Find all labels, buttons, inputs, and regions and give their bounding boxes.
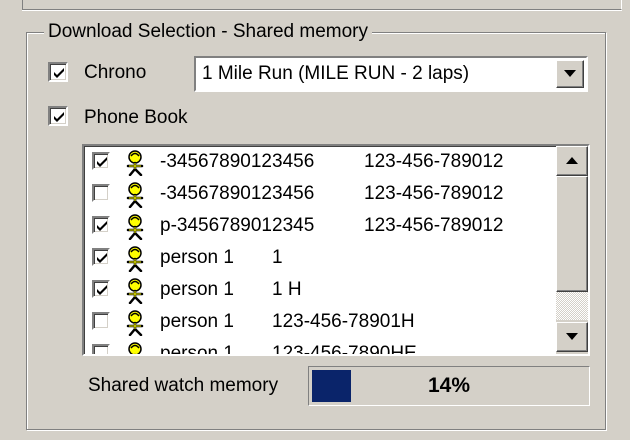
entry-number: 123-456-78901H [272, 311, 415, 332]
entry-checkbox[interactable] [92, 216, 110, 234]
entry-checkbox[interactable] [92, 152, 110, 170]
entry-name: person 1 [160, 343, 234, 354]
entry-name: -34567890123456 [160, 151, 315, 172]
entry-checkbox[interactable] [92, 312, 110, 330]
chrono-label: Chrono [84, 62, 147, 83]
phonebook-label: Phone Book [84, 107, 188, 128]
entry-checkbox[interactable] [92, 248, 110, 266]
checkmark-icon [97, 285, 107, 295]
entry-number: 1 [272, 247, 283, 268]
entry-number: 1 H [272, 279, 302, 300]
list-item[interactable]: person 1 123-456-78901H [84, 306, 556, 338]
entry-number: 123-456-789012 [364, 215, 504, 236]
scroll-up-button[interactable] [556, 146, 588, 176]
phonebook-scrollbar[interactable] [556, 146, 588, 354]
groupbox-title: Download Selection - Shared memory [44, 20, 372, 44]
person-icon [122, 310, 152, 341]
upper-groupbox-edge [22, 0, 622, 10]
list-item[interactable]: person 1 1 [84, 242, 556, 274]
entry-number: 123-456-7890HE [272, 343, 417, 354]
entry-name: person 1 [160, 247, 234, 268]
entry-name: person 1 [160, 311, 234, 332]
list-item[interactable]: -34567890123456 123-456-789012 [84, 178, 556, 210]
entry-name: person 1 [160, 279, 234, 300]
entry-checkbox[interactable] [92, 344, 110, 354]
triangle-down-icon [564, 70, 576, 77]
entry-checkbox[interactable] [92, 184, 110, 202]
scroll-track[interactable] [556, 292, 588, 320]
checkmark-icon [97, 157, 107, 167]
checkmark-icon [54, 112, 64, 122]
memory-percent-text: 14% [427, 374, 471, 397]
phonebook-rows: -34567890123456 123-456-789012 -3456789012… [84, 146, 556, 354]
entry-name: -34567890123456 [160, 183, 315, 204]
entry-number: 123-456-789012 [364, 183, 504, 204]
scroll-thumb[interactable] [556, 176, 588, 292]
person-icon [122, 278, 152, 309]
list-item[interactable]: -34567890123456 123-456-789012 [84, 146, 556, 178]
person-icon [122, 246, 152, 277]
person-icon [122, 342, 152, 354]
list-item[interactable]: person 1 1 H [84, 274, 556, 306]
chrono-dropdown-button[interactable] [556, 60, 584, 88]
triangle-up-icon [566, 157, 578, 164]
person-icon [122, 214, 152, 245]
entry-number: 123-456-789012 [364, 151, 504, 172]
triangle-down-icon [566, 333, 578, 340]
phonebook-list[interactable]: -34567890123456 123-456-789012 -3456789012… [82, 144, 590, 356]
checkmark-icon [54, 68, 64, 78]
person-icon [122, 182, 152, 213]
memory-label: Shared watch memory [88, 375, 279, 396]
phonebook-checkbox[interactable] [48, 106, 68, 126]
chrono-select[interactable]: 1 Mile Run (MILE RUN - 2 laps) [194, 56, 588, 92]
list-item[interactable]: person 1 123-456-7890HE [84, 338, 556, 354]
checkmark-icon [97, 221, 107, 231]
person-icon [122, 150, 152, 181]
checkmark-icon [97, 253, 107, 263]
chrono-checkbox[interactable] [48, 62, 68, 82]
chrono-selected-value: 1 Mile Run (MILE RUN - 2 laps) [202, 63, 470, 84]
scroll-down-button[interactable] [556, 322, 588, 352]
entry-name: p-3456789012345 [160, 215, 315, 236]
memory-progress-bar: 14% [308, 366, 590, 406]
entry-checkbox[interactable] [92, 280, 110, 298]
list-item[interactable]: p-3456789012345 123-456-789012 [84, 210, 556, 242]
